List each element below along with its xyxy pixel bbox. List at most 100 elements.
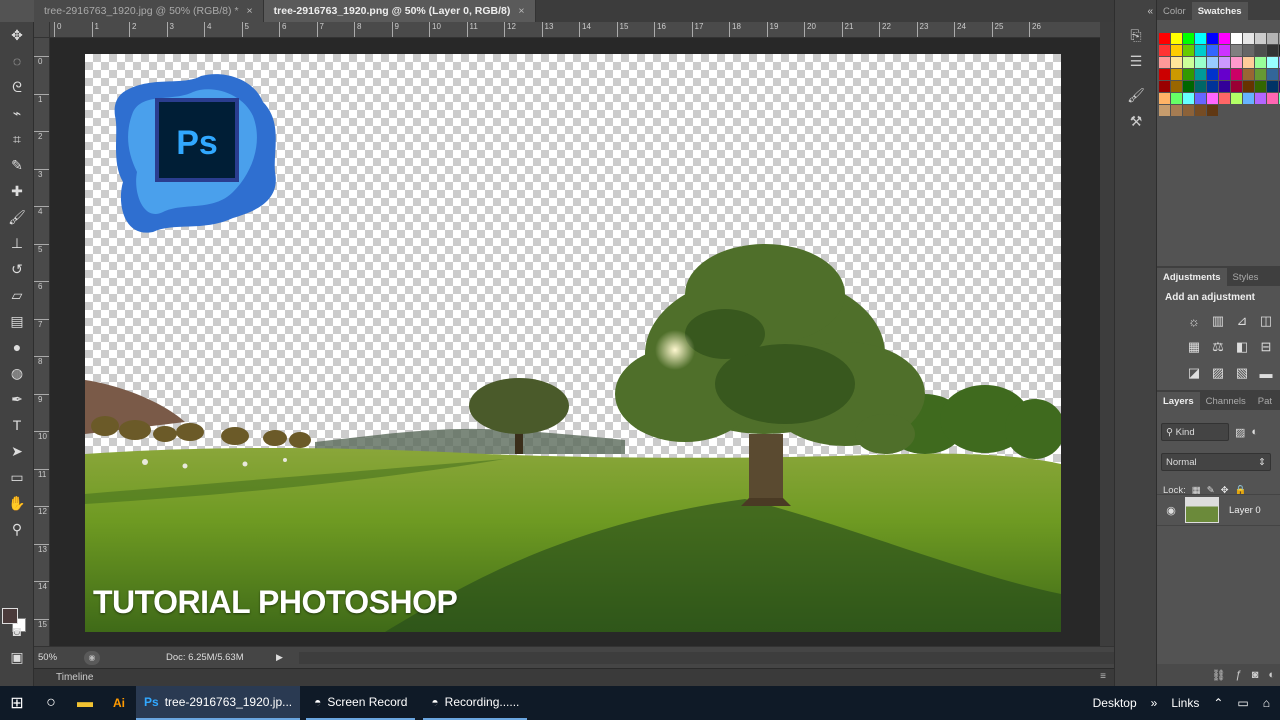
close-icon[interactable]: ×: [518, 5, 524, 17]
vertical-scrollbar[interactable]: [1100, 22, 1114, 646]
curves-icon[interactable]: ⊿: [1233, 313, 1251, 329]
color-swatch[interactable]: [1159, 93, 1170, 104]
type-tool-icon[interactable]: T: [0, 412, 34, 438]
gradient-map-icon[interactable]: ▬: [1257, 365, 1275, 381]
brush-presets-icon[interactable]: 🖌: [1115, 82, 1157, 108]
eye-icon[interactable]: ◉: [1157, 504, 1185, 517]
color-swatch[interactable]: [1171, 105, 1182, 116]
color-swatch[interactable]: [1159, 69, 1170, 80]
color-swatch[interactable]: [1219, 33, 1230, 44]
color-swatch[interactable]: [1195, 33, 1206, 44]
color-swatch[interactable]: [1195, 93, 1206, 104]
color-swatch[interactable]: [1255, 57, 1266, 68]
threshold-icon[interactable]: ▧: [1233, 365, 1251, 381]
tab-channels[interactable]: Channels: [1200, 392, 1252, 410]
color-swatch[interactable]: [1195, 105, 1206, 116]
tab-paths[interactable]: Pat: [1252, 392, 1278, 410]
color-swatch[interactable]: [1243, 69, 1254, 80]
fx-icon[interactable]: ƒ: [1236, 669, 1242, 681]
crop-tool-icon[interactable]: ⌗: [0, 126, 34, 152]
color-swatch[interactable]: [1207, 81, 1218, 92]
windows-start-icon[interactable]: ⊞: [0, 686, 34, 720]
color-swatch[interactable]: [1219, 45, 1230, 56]
color-swatch[interactable]: [1183, 81, 1194, 92]
tab-adjustments[interactable]: Adjustments: [1157, 268, 1227, 286]
color-swatch[interactable]: [1231, 81, 1242, 92]
status-menu-icon[interactable]: ◉: [84, 650, 100, 665]
path-select-tool-icon[interactable]: ➤: [0, 438, 34, 464]
brush-tool-icon[interactable]: 🖌: [0, 204, 34, 230]
color-swatch[interactable]: [1267, 33, 1278, 44]
tab-color[interactable]: Color: [1157, 2, 1192, 20]
posterize-icon[interactable]: ▨: [1209, 365, 1227, 381]
color-swatch[interactable]: [1183, 93, 1194, 104]
layer-name[interactable]: Layer 0: [1229, 505, 1261, 516]
document-tab-png[interactable]: tree-2916763_1920.png @ 50% (Layer 0, RG…: [263, 0, 536, 22]
layer-thumbnail[interactable]: [1185, 497, 1219, 523]
taskbar-screen-record[interactable]: ◓ Screen Record: [306, 686, 416, 720]
color-swatch[interactable]: [1243, 33, 1254, 44]
color-swatch[interactable]: [1195, 81, 1206, 92]
layer-row[interactable]: ◉ Layer 0: [1157, 494, 1280, 526]
color-swatch[interactable]: [1207, 93, 1218, 104]
channel-mixer-icon[interactable]: ⊟: [1257, 339, 1275, 355]
color-swatch[interactable]: [1231, 57, 1242, 68]
invert-icon[interactable]: ◪: [1185, 365, 1203, 381]
color-swatch[interactable]: [1183, 45, 1194, 56]
dodge-tool-icon[interactable]: ◍: [0, 360, 34, 386]
color-swatch[interactable]: [1267, 69, 1278, 80]
color-swatch[interactable]: [1243, 81, 1254, 92]
color-swatch[interactable]: [1171, 45, 1182, 56]
desktop-toolbar-expand-icon[interactable]: »: [1151, 696, 1158, 710]
color-swatch[interactable]: [1255, 69, 1266, 80]
kind-filter-select[interactable]: ⚲ Kind: [1161, 423, 1229, 441]
color-swatch[interactable]: [1195, 45, 1206, 56]
cortana-icon[interactable]: ○: [34, 686, 68, 720]
file-explorer-icon[interactable]: ▬: [68, 686, 102, 720]
color-swatch[interactable]: [1207, 69, 1218, 80]
color-swatch[interactable]: [1183, 57, 1194, 68]
color-swatch[interactable]: [1219, 81, 1230, 92]
color-swatch[interactable]: [1171, 33, 1182, 44]
color-swatch[interactable]: [1231, 45, 1242, 56]
lasso-tool-icon[interactable]: ᘓ: [0, 74, 34, 100]
properties-icon[interactable]: ☰: [1115, 48, 1157, 74]
color-swatch[interactable]: [1219, 69, 1230, 80]
color-swatch[interactable]: [1231, 93, 1242, 104]
color-swatch[interactable]: [1159, 57, 1170, 68]
color-swatch[interactable]: [1159, 105, 1170, 116]
color-swatch[interactable]: [1231, 69, 1242, 80]
screen-mode-icon[interactable]: ▣: [0, 644, 34, 670]
eyedropper-tool-icon[interactable]: ✎: [0, 152, 34, 178]
color-swatch[interactable]: [1219, 93, 1230, 104]
color-swatch[interactable]: [1207, 45, 1218, 56]
hand-tool-icon[interactable]: ✋: [0, 490, 34, 516]
blur-tool-icon[interactable]: ●: [0, 334, 34, 360]
history-brush-tool-icon[interactable]: ↺: [0, 256, 34, 282]
tab-layers[interactable]: Layers: [1157, 392, 1200, 410]
color-swatch[interactable]: [1219, 57, 1230, 68]
gradient-tool-icon[interactable]: ▤: [0, 308, 34, 334]
quick-mask-icon[interactable]: ◙: [0, 618, 34, 644]
status-arrow-icon[interactable]: ▶: [276, 652, 283, 663]
color-swatch[interactable]: [1159, 45, 1170, 56]
color-swatch[interactable]: [1267, 45, 1278, 56]
color-swatch[interactable]: [1243, 57, 1254, 68]
zoom-level[interactable]: 50%: [34, 652, 78, 663]
color-swatch[interactable]: [1267, 81, 1278, 92]
color-swatch[interactable]: [1171, 57, 1182, 68]
color-swatch[interactable]: [1255, 45, 1266, 56]
color-swatch[interactable]: [1267, 93, 1278, 104]
battery-icon[interactable]: ▭: [1237, 696, 1248, 710]
color-swatch[interactable]: [1159, 81, 1170, 92]
color-swatch[interactable]: [1183, 105, 1194, 116]
color-swatch[interactable]: [1255, 93, 1266, 104]
ruler-origin[interactable]: [34, 22, 50, 38]
taskbar-recording[interactable]: ◓ Recording......: [423, 686, 528, 720]
exposure-icon[interactable]: ◫: [1257, 313, 1275, 329]
link-icon[interactable]: ⛓: [1212, 669, 1226, 682]
marquee-tool-icon[interactable]: ◌: [0, 48, 34, 74]
color-swatch[interactable]: [1171, 81, 1182, 92]
color-swatch[interactable]: [1207, 33, 1218, 44]
color-swatch[interactable]: [1171, 93, 1182, 104]
